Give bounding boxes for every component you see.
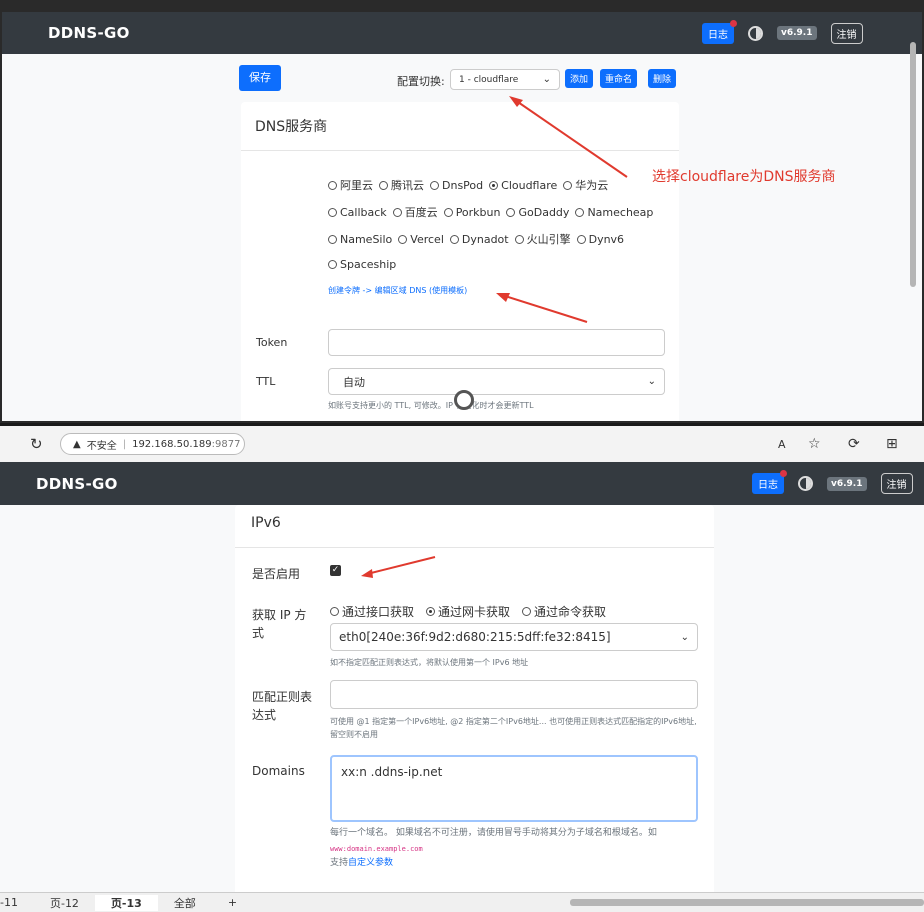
radio-circle-icon[interactable] [522, 607, 532, 616]
top-screenshot: DDNS-GO 日志 v6.9.1 注销 保存 配置切换: 1 - cloudf… [0, 0, 924, 423]
regex-label: 匹配正则表达式 [252, 690, 313, 722]
tab-12[interactable]: 页-12 [34, 895, 95, 911]
regex-input[interactable] [330, 680, 698, 709]
support-text: 支持 [330, 858, 349, 868]
get-ip-label: 通过网卡获取 [438, 605, 511, 619]
get-ip-label: 通过命令获取 [534, 605, 607, 619]
nic-select-value: eth0[240e:36f:9d2:d680:215:5dff:fe32:841… [339, 630, 611, 644]
sheet-tabs: -11 页-12 页-13 全部 + [0, 892, 924, 912]
bottom-screenshot: ↻ ▲ 不安全 | 192.168.50.189:9877 A ☆ ⟳ ⊞ DD… [0, 423, 924, 892]
get-ip-option[interactable]: 通过命令获取 [522, 603, 606, 620]
tab-11[interactable]: -11 [0, 896, 34, 909]
annotation-arrows [496, 96, 628, 323]
get-ip-label: 获取 IP 方式 [252, 608, 307, 640]
radio-circle-icon[interactable] [426, 607, 436, 616]
domains-help-support: 支持自定义参数 [330, 857, 393, 870]
get-ip-option[interactable]: 通过接口获取 [330, 603, 414, 620]
domains-textarea[interactable]: xx:n .ddns-ip.net [330, 755, 698, 822]
nic-help: 如不指定匹配正则表达式，将默认使用第一个 IPv6 地址 [330, 658, 529, 667]
scrollbar-thumb[interactable] [910, 42, 916, 287]
domains-value: xx:n .ddns-ip.net [341, 765, 443, 779]
get-ip-label: 通过接口获取 [342, 605, 415, 619]
tab-all[interactable]: 全部 [158, 895, 212, 911]
add-tab-button[interactable]: + [212, 896, 253, 909]
domains-help-example: www:domain.example.com [330, 845, 423, 853]
nic-select[interactable]: eth0[240e:36f:9d2:d680:215:5dff:fe32:841… [330, 623, 698, 651]
get-ip-options: 通过接口获取 通过网卡获取 通过命令获取 [330, 603, 606, 620]
radio-circle-icon[interactable] [330, 607, 339, 616]
custom-params-link[interactable]: 自定义参数 [348, 858, 393, 868]
horizontal-scrollbar[interactable] [570, 899, 924, 906]
domains-label: Domains [252, 764, 305, 778]
chevron-down-icon: ⌄ [680, 631, 689, 643]
regex-help: 可使用 @1 指定第一个IPv6地址, @2 指定第二个IPv6地址... 也可… [330, 717, 697, 739]
domains-help: 每行一个域名。 如果域名不可注册，请使用冒号手动将其分为子域名和根域名。如 [330, 828, 657, 838]
get-ip-option[interactable]: 通过网卡获取 [426, 603, 510, 620]
tab-13[interactable]: 页-13 [94, 894, 158, 911]
